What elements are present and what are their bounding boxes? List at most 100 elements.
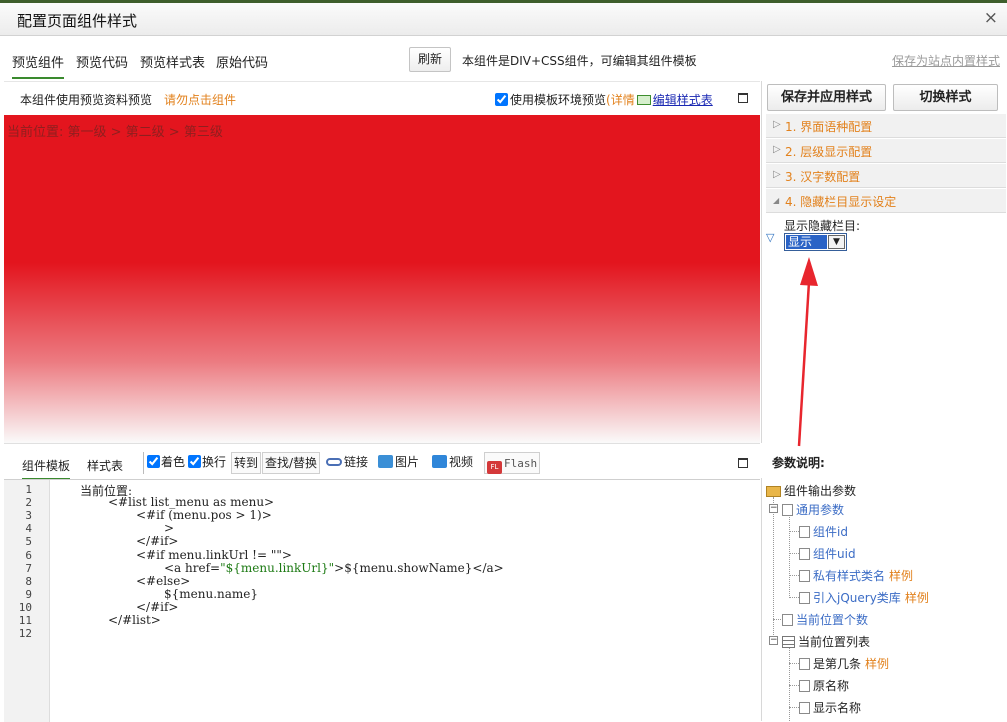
show-hidden-value: 显示: [786, 235, 827, 249]
save-apply-button[interactable]: 保存并应用样式: [767, 84, 886, 111]
tree-position-list[interactable]: 当前位置列表: [782, 633, 870, 650]
document-icon: [799, 570, 810, 582]
tree-root[interactable]: 组件输出参数: [766, 482, 856, 499]
line-number: 11: [18, 614, 32, 627]
code-text: <a href=: [164, 560, 221, 575]
edit-stylesheet-link[interactable]: 编辑样式表: [653, 93, 713, 107]
line-number: 9: [25, 587, 32, 601]
preview-canvas: 当前位置: 第一级 > 第二级 > 第三级: [4, 115, 760, 443]
tree-common-params[interactable]: 通用参数: [782, 501, 844, 518]
refresh-button[interactable]: 刷新: [409, 47, 451, 72]
tree-position-count[interactable]: 当前位置个数: [782, 611, 868, 628]
example-link[interactable]: 样例: [865, 657, 889, 671]
triangle-down-icon: ▽: [766, 231, 775, 244]
code-line: <#list list_menu as menu>: [108, 495, 274, 509]
tab-preview-stylesheet[interactable]: 预览样式表: [140, 52, 205, 77]
section-num: 1.: [785, 120, 797, 134]
collapsed-arrow-icon: ▷: [773, 169, 781, 180]
code-line: <#if (menu.pos > 1)>: [136, 508, 272, 522]
section-language[interactable]: ▷ 1. 界面语种配置: [766, 114, 1006, 138]
code-text: </#if>: [136, 534, 179, 549]
line-number: 12: [18, 627, 32, 641]
tree-item-display-name[interactable]: 显示名称: [799, 699, 861, 716]
link-button[interactable]: 链接: [326, 452, 368, 474]
tab-component-template[interactable]: 组件模板: [22, 457, 71, 480]
document-icon: [799, 592, 810, 604]
wrap-toggle[interactable]: 换行: [188, 452, 226, 474]
maximize-editor-icon[interactable]: [738, 458, 748, 468]
flash-label: Flash: [504, 457, 538, 470]
section-levels[interactable]: ▷ 2. 层级显示配置: [766, 139, 1006, 163]
code-text: <#else>: [136, 573, 191, 588]
video-button[interactable]: 视频: [432, 452, 473, 474]
section-title: 汉字数配置: [800, 170, 861, 184]
code-text: <#if menu.linkUrl != "">: [136, 547, 292, 562]
params-title: 参数说明:: [772, 456, 825, 470]
section-char-count[interactable]: ▷ 3. 汉字数配置: [766, 164, 1006, 188]
tab-preview-code[interactable]: 预览代码: [76, 52, 128, 77]
save-as-site-style-link[interactable]: 保存为站点内置样式: [892, 52, 1000, 69]
code-line: </#if>: [136, 600, 179, 614]
editor-toolbar: 组件模板 样式表 着色 换行 转到 查找/替换 链接 图片 视频 FL Flash: [4, 443, 760, 480]
flash-button[interactable]: FL Flash: [484, 452, 541, 474]
document-icon: [782, 614, 793, 626]
link-icon: [326, 458, 342, 466]
collapse-common-icon[interactable]: −: [769, 504, 778, 513]
video-icon: [432, 455, 447, 468]
code-text: >${menu.showName}</a>: [334, 560, 504, 575]
document-icon: [799, 526, 810, 538]
preview-warning: 请勿点击组件: [164, 93, 237, 107]
line-number: 4: [25, 522, 32, 536]
code-line: </#if>: [136, 534, 179, 548]
line-number: 2: [25, 496, 32, 510]
example-link[interactable]: 样例: [905, 591, 929, 605]
tree-root-label: 组件输出参数: [784, 484, 857, 498]
section-num: 4.: [785, 195, 797, 209]
tree-item-label: 当前位置个数: [796, 613, 869, 627]
line-number: 10: [18, 600, 32, 614]
tree-item-jquery[interactable]: 引入jQuery类库 样例: [799, 589, 929, 606]
collapse-list-icon[interactable]: −: [769, 636, 778, 645]
use-env-preview-label: 使用模板环境预览: [510, 93, 607, 107]
list-icon: [782, 636, 795, 648]
preview-header: 本组件使用预览资料预览 请勿点击组件 使用模板环境预览(详情 编辑样式表: [4, 81, 760, 115]
example-link[interactable]: 样例: [889, 569, 913, 583]
tree-item-index[interactable]: 是第几条 样例: [799, 655, 889, 672]
find-replace-button[interactable]: 查找/替换: [262, 452, 321, 474]
video-label: 视频: [449, 455, 474, 469]
tree-item-private-class[interactable]: 私有样式类名 样例: [799, 567, 913, 584]
code-line: >: [164, 521, 174, 535]
tab-stylesheet[interactable]: 样式表: [87, 457, 123, 474]
section-num: 2.: [785, 145, 797, 159]
section-levels-label: 2. 层级显示配置: [785, 143, 872, 160]
chevron-down-icon[interactable]: ▼: [828, 235, 845, 249]
close-icon[interactable]: ×: [984, 8, 998, 28]
wrap-checkbox[interactable]: [188, 455, 201, 468]
code-text: ${menu.name}: [164, 586, 259, 601]
code-editor[interactable]: 1 当前位置: 2 <#list list_menu as menu> 3 <#if (m…: [4, 479, 760, 722]
code-string: "${menu.linkUrl}": [220, 560, 335, 575]
image-button[interactable]: 图片: [378, 452, 419, 474]
css-icon: [636, 95, 651, 105]
tree-item-original-name[interactable]: 原名称: [799, 677, 849, 694]
expanded-arrow-icon: ◢: [773, 196, 780, 205]
code-line: </#list>: [108, 613, 161, 627]
detail-link[interactable]: 详情: [611, 93, 635, 107]
use-env-preview-checkbox[interactable]: [495, 93, 508, 106]
section-title: 界面语种配置: [800, 120, 873, 134]
color-toggle[interactable]: 着色: [143, 452, 185, 474]
color-checkbox[interactable]: [147, 455, 160, 468]
maximize-icon[interactable]: [738, 93, 748, 103]
section-hidden-columns[interactable]: ◢ 4. 隐藏栏目显示设定: [766, 189, 1006, 213]
tree-item-component-uid[interactable]: 组件uid: [799, 545, 856, 562]
wrap-label: 换行: [202, 455, 227, 469]
collapsed-arrow-icon: ▷: [773, 119, 781, 130]
tab-raw-code[interactable]: 原始代码: [216, 52, 268, 77]
dialog-title: 配置页面组件样式: [17, 12, 138, 30]
switch-style-button[interactable]: 切换样式: [893, 84, 998, 111]
show-hidden-select[interactable]: 显示 ▼: [784, 233, 847, 251]
tree-item-component-id[interactable]: 组件id: [799, 523, 848, 540]
tab-preview-component[interactable]: 预览组件: [12, 52, 65, 79]
tree-common-label: 通用参数: [796, 503, 845, 517]
goto-button[interactable]: 转到: [231, 452, 262, 474]
